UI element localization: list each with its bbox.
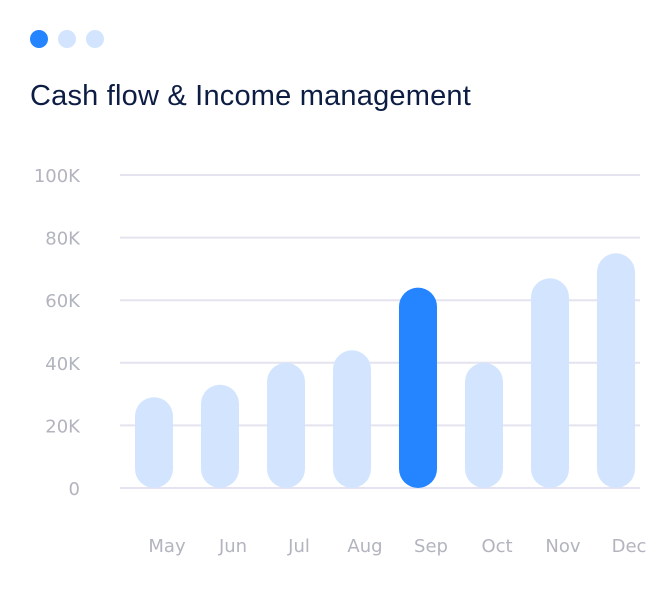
y-tick-label: 20K — [45, 416, 81, 437]
y-tick-label: 60K — [45, 291, 81, 312]
y-tick-label: 40K — [45, 354, 81, 375]
bar-nov[interactable] — [531, 278, 569, 488]
x-axis: May Jun Jul Aug Sep Oct Nov Dec — [148, 536, 646, 557]
y-axis: 0 20K 40K 60K 80K 100K — [34, 166, 81, 500]
bar-oct[interactable] — [465, 362, 503, 488]
x-tick-label: Dec — [612, 536, 647, 557]
y-tick-label: 100K — [34, 166, 81, 187]
y-tick-label: 0 — [69, 479, 80, 500]
x-tick-label: Oct — [481, 536, 512, 557]
bar-jun[interactable] — [201, 384, 239, 488]
x-tick-label: Aug — [347, 536, 382, 557]
x-tick-label: Nov — [545, 536, 580, 557]
x-tick-label: Jun — [218, 536, 247, 557]
bar-may[interactable] — [135, 397, 173, 488]
bar-sep[interactable] — [399, 287, 437, 488]
y-tick-label: 80K — [45, 229, 81, 250]
bars — [135, 253, 635, 488]
x-tick-label: Jul — [287, 536, 310, 557]
x-tick-label: May — [148, 536, 186, 557]
x-tick-label: Sep — [414, 536, 448, 557]
bar-jul[interactable] — [267, 362, 305, 488]
bar-chart: 0 20K 40K 60K 80K 100K May Jun Jul Aug Sep Oct Nov D… — [34, 166, 647, 557]
bar-dec[interactable] — [597, 253, 635, 488]
bar-aug[interactable] — [333, 350, 371, 488]
